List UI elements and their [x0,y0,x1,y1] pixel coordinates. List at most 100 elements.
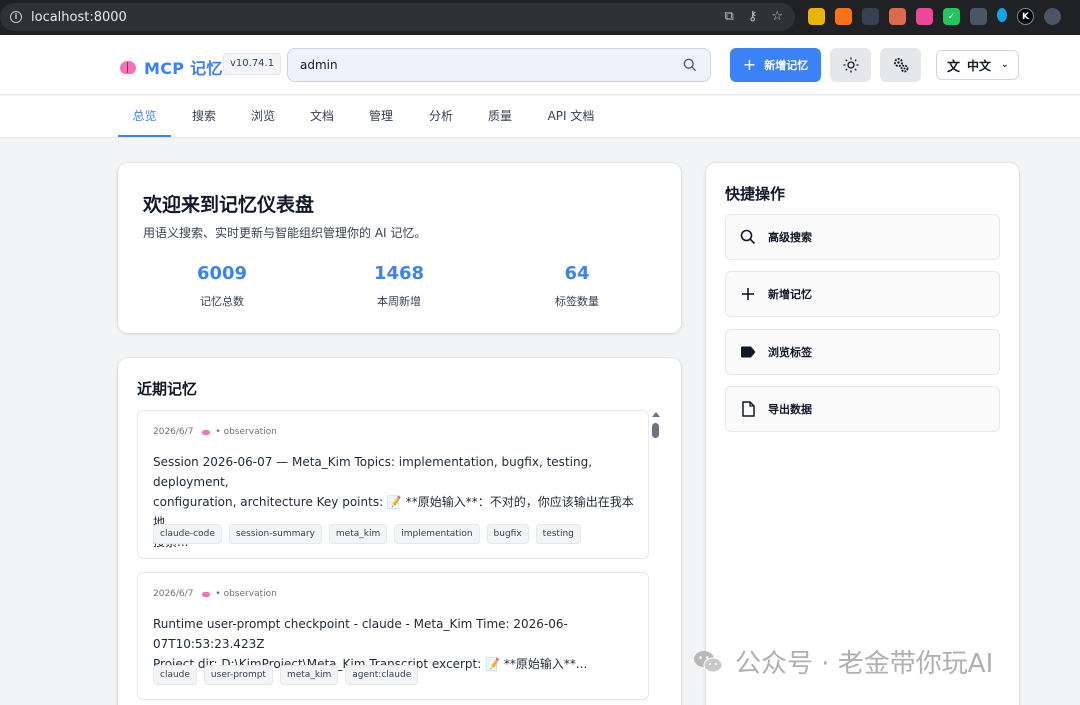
translate-icon[interactable]: ⧉ [725,9,734,24]
chevron-down-icon: ⌄ [1001,60,1009,70]
main-nav: 总览 搜索 浏览 文档 管理 分析 质量 API 文档 [0,96,1080,138]
stat-weekly: 1468 本周新增 [309,263,489,309]
extension-icon[interactable]: K [1017,8,1034,25]
quick-action-label: 浏览标签 [768,346,812,359]
version-badge: v10.74.1 [223,53,282,75]
search-icon [740,229,756,245]
extension-icon[interactable] [970,8,987,25]
address-bar[interactable]: i localhost:8000 ⧉ ⚷ ☆ [0,3,795,31]
tag-chip[interactable]: claude [153,665,197,685]
language-label: 中文 [967,58,992,73]
search-input[interactable] [300,58,670,72]
extension-icon[interactable] [916,8,933,25]
brain-icon [202,429,211,435]
tab-search[interactable]: 搜索 [184,96,224,137]
site-info-icon[interactable]: i [10,11,22,23]
plus-icon: + [742,55,757,74]
stat-value: 64 [564,263,590,284]
add-memory-button[interactable]: 新增记忆 [725,271,1000,317]
stat-total: 6009 记忆总数 [132,263,312,309]
memory-tags: claude user-prompt meta_kim agent:claude [153,665,419,685]
extension-icon[interactable] [862,8,879,25]
brain-icon [120,60,136,74]
stat-label: 记忆总数 [200,295,244,308]
tag-chip[interactable]: meta_kim [279,665,339,685]
stat-label: 标签数量 [555,295,599,308]
new-memory-button[interactable]: + 新增记忆 [730,48,821,82]
stat-label: 本周新增 [377,295,421,308]
sun-icon [843,57,858,73]
scroll-up-arrow-icon[interactable] [652,412,660,417]
welcome-subtitle: 用语义搜索、实时更新与智能组织管理你的 AI 记忆。 [143,226,427,240]
recent-title: 近期记忆 [137,380,198,398]
extension-icon[interactable] [835,8,852,25]
bookmark-star-icon[interactable]: ☆ [771,9,783,24]
extension-icon[interactable] [889,8,906,25]
welcome-card: 欢迎来到记忆仪表盘 用语义搜索、实时更新与智能组织管理你的 AI 记忆。 600… [118,163,681,333]
browse-tags-button[interactable]: 浏览标签 [725,329,1000,375]
tag-chip[interactable]: testing [535,524,581,544]
key-icon[interactable]: ⚷ [748,9,758,24]
tab-quality[interactable]: 质量 [480,96,520,137]
extension-icons: ✓ K [808,8,1061,25]
search-box[interactable] [287,48,711,82]
brain-icon [202,591,211,597]
brand[interactable]: MCP 记忆 [120,55,223,79]
export-data-button[interactable]: 导出数据 [725,386,1000,432]
scrollbar-thumb[interactable] [652,423,659,438]
memory-line: Runtime user-prompt checkpoint - claude … [153,617,568,651]
quick-action-label: 新增记忆 [768,288,812,301]
memory-line: Session 2026-06-07 — Meta_Kim Topics: im… [153,455,593,489]
file-icon [740,401,756,417]
memory-tags: claude-code session-summary meta_kim imp… [153,524,581,544]
tag-icon [740,344,756,360]
quick-actions-title: 快捷操作 [725,185,786,203]
memory-meta: 2026/6/7 • observation [153,427,277,437]
scrollbar[interactable] [650,410,660,705]
language-select[interactable]: 文 中文 ⌄ [936,50,1019,80]
extension-icon[interactable] [1044,8,1061,25]
memory-item[interactable]: 2026/6/7 • observation Runtime user-prom… [137,572,649,700]
search-icon[interactable] [683,58,697,72]
app-title: MCP 记忆 [144,59,223,78]
address-url[interactable]: localhost:8000 [31,10,127,25]
new-memory-label: 新增记忆 [764,59,809,72]
watermark-text: 公众号 · 老金带你玩AI [735,649,994,679]
memory-date: 2026/6/7 [153,589,194,599]
tag-chip[interactable]: session-summary [228,524,322,544]
settings-button[interactable] [880,48,921,82]
tab-overview[interactable]: 总览 [118,96,171,137]
extension-icon[interactable] [808,8,825,25]
watermark: 公众号 · 老金带你玩AI [693,643,993,680]
tag-chip[interactable]: bugfix [486,524,529,544]
tag-chip[interactable]: agent:claude [345,665,419,685]
tag-chip[interactable]: user-prompt [203,665,273,685]
tag-chip[interactable]: claude-code [153,524,222,544]
tab-api-docs[interactable]: API 文档 [540,96,602,137]
browser-toolbar: i localhost:8000 ⧉ ⚷ ☆ ✓ K [0,0,1080,35]
tag-chip[interactable]: implementation [394,524,480,544]
welcome-title: 欢迎来到记忆仪表盘 [143,194,315,216]
tag-chip[interactable]: meta_kim [328,524,388,544]
wechat-icon [694,650,723,672]
plus-icon [740,286,756,302]
theme-toggle-button[interactable] [830,48,871,82]
tab-manage[interactable]: 管理 [361,96,401,137]
memory-type: • observation [215,427,277,437]
advanced-search-button[interactable]: 高级搜索 [725,214,1000,260]
quick-action-label: 高级搜索 [768,231,812,244]
app-header: MCP 记忆 v10.74.1 + 新增记忆 文 中文 ⌄ [0,35,1080,95]
memory-type: • observation [215,589,277,599]
stat-value: 6009 [196,263,248,284]
recent-memories-card: 近期记忆 2026/6/7 • observation Session 2026… [118,358,681,705]
extension-icon[interactable] [997,8,1007,22]
tab-analytics[interactable]: 分析 [421,96,461,137]
tab-docs[interactable]: 文档 [302,96,342,137]
memory-date: 2026/6/7 [153,427,194,437]
memory-item[interactable]: 2026/6/7 • observation Session 2026-06-0… [137,410,649,559]
stat-tags: 64 标签数量 [487,263,667,309]
translate-icon: 文 [947,59,961,75]
memory-meta: 2026/6/7 • observation [153,589,277,599]
tab-browse[interactable]: 浏览 [243,96,283,137]
extension-icon[interactable]: ✓ [943,8,960,25]
